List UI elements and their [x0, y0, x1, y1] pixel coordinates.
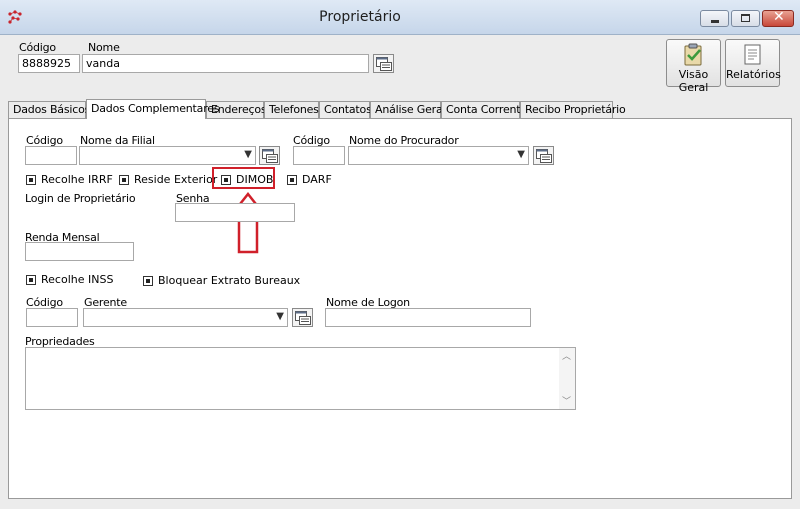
maximize-icon	[741, 14, 750, 22]
gerente-codigo-field[interactable]	[26, 308, 78, 327]
renda-field[interactable]	[25, 242, 134, 261]
bloquear-extrato-checkbox[interactable]: Bloquear Extrato Bureaux	[143, 274, 300, 287]
senha-field[interactable]	[175, 203, 295, 222]
scroll-down-icon[interactable]: ﹀	[562, 394, 571, 407]
nome-label: Nome	[88, 41, 120, 54]
chevron-down-icon: ▼	[276, 311, 284, 322]
up-arrow-icon	[227, 192, 269, 254]
chevron-down-icon: ▼	[517, 149, 525, 160]
propriedades-textarea[interactable]: ︿ ﹀	[25, 347, 576, 410]
nome-lookup-button[interactable]	[373, 54, 394, 73]
report-icon	[744, 44, 760, 65]
darf-checkbox[interactable]: DARF	[287, 173, 332, 186]
checkbox-icon	[143, 275, 153, 286]
gerente-lookup-button[interactable]	[292, 308, 313, 327]
clipboard-check-icon	[684, 43, 701, 66]
minimize-button[interactable]	[700, 10, 729, 27]
tab-recibo-proprietario[interactable]: Recibo Proprietário	[520, 101, 626, 118]
darf-label: DARF	[302, 173, 332, 186]
dimob-label: DIMOB	[236, 173, 274, 186]
relatorios-button[interactable]: Relatórios	[725, 39, 781, 87]
close-icon: ✕	[773, 9, 785, 25]
reside-exterior-checkbox[interactable]: Reside Exterior	[119, 173, 217, 186]
login-label: Login de Proprietário	[25, 192, 136, 205]
bloquear-extrato-label: Bloquear Extrato Bureaux	[158, 274, 301, 287]
tab-telefones[interactable]: Telefones	[264, 101, 319, 118]
lookup-icon	[295, 311, 311, 325]
tab-contatos[interactable]: Contatos	[319, 101, 372, 118]
visao-geral-button[interactable]: Visão Geral	[666, 39, 721, 94]
chevron-down-icon: ▼	[244, 149, 252, 160]
minimize-icon	[711, 20, 719, 23]
logon-field[interactable]	[325, 308, 531, 327]
codigo-label: Código	[19, 41, 56, 54]
checkbox-icon	[287, 174, 297, 185]
scroll-up-icon[interactable]: ︿	[562, 349, 571, 362]
lookup-icon	[376, 57, 392, 71]
lookup-icon	[536, 149, 552, 163]
checkbox-icon	[221, 174, 231, 185]
tab-conta-corrente[interactable]: Conta Corrente	[441, 101, 527, 118]
lookup-icon	[262, 149, 278, 163]
procurador-lookup-button[interactable]	[533, 146, 554, 165]
relatorios-label: Relatórios	[726, 68, 781, 81]
checkbox-icon	[26, 274, 36, 285]
filial-codigo-field[interactable]	[25, 146, 77, 165]
checkbox-icon	[26, 174, 36, 185]
dimob-checkbox[interactable]: DIMOB	[221, 173, 273, 186]
propriedades-scrollbar[interactable]: ︿ ﹀	[559, 348, 575, 409]
close-button[interactable]: ✕	[762, 9, 794, 27]
filial-select[interactable]: ▼	[79, 146, 256, 165]
nome-field[interactable]	[82, 54, 369, 73]
procurador-select[interactable]: ▼	[348, 146, 529, 165]
gerente-select[interactable]: ▼	[83, 308, 288, 327]
visao-geral-label: Visão Geral	[678, 68, 709, 94]
tab-analise-geral[interactable]: Análise Geral	[370, 101, 446, 118]
tab-dados-complementares[interactable]: Dados Complementares	[86, 99, 220, 119]
recolhe-inss-checkbox[interactable]: Recolhe INSS	[26, 273, 113, 286]
procurador-codigo-field[interactable]	[293, 146, 345, 165]
title-bar: Proprietário ✕	[0, 0, 800, 35]
reside-exterior-label: Reside Exterior	[134, 173, 218, 186]
recolhe-irrf-label: Recolhe IRRF	[41, 173, 113, 186]
recolhe-inss-label: Recolhe INSS	[41, 273, 114, 286]
checkbox-icon	[119, 174, 129, 185]
window-title: Proprietário	[319, 9, 401, 25]
recolhe-irrf-checkbox[interactable]: Recolhe IRRF	[26, 173, 113, 186]
codigo-field[interactable]	[18, 54, 80, 73]
tab-dados-basicos[interactable]: Dados Básicos	[8, 101, 90, 118]
maximize-button[interactable]	[731, 10, 760, 27]
filial-lookup-button[interactable]	[259, 146, 280, 165]
